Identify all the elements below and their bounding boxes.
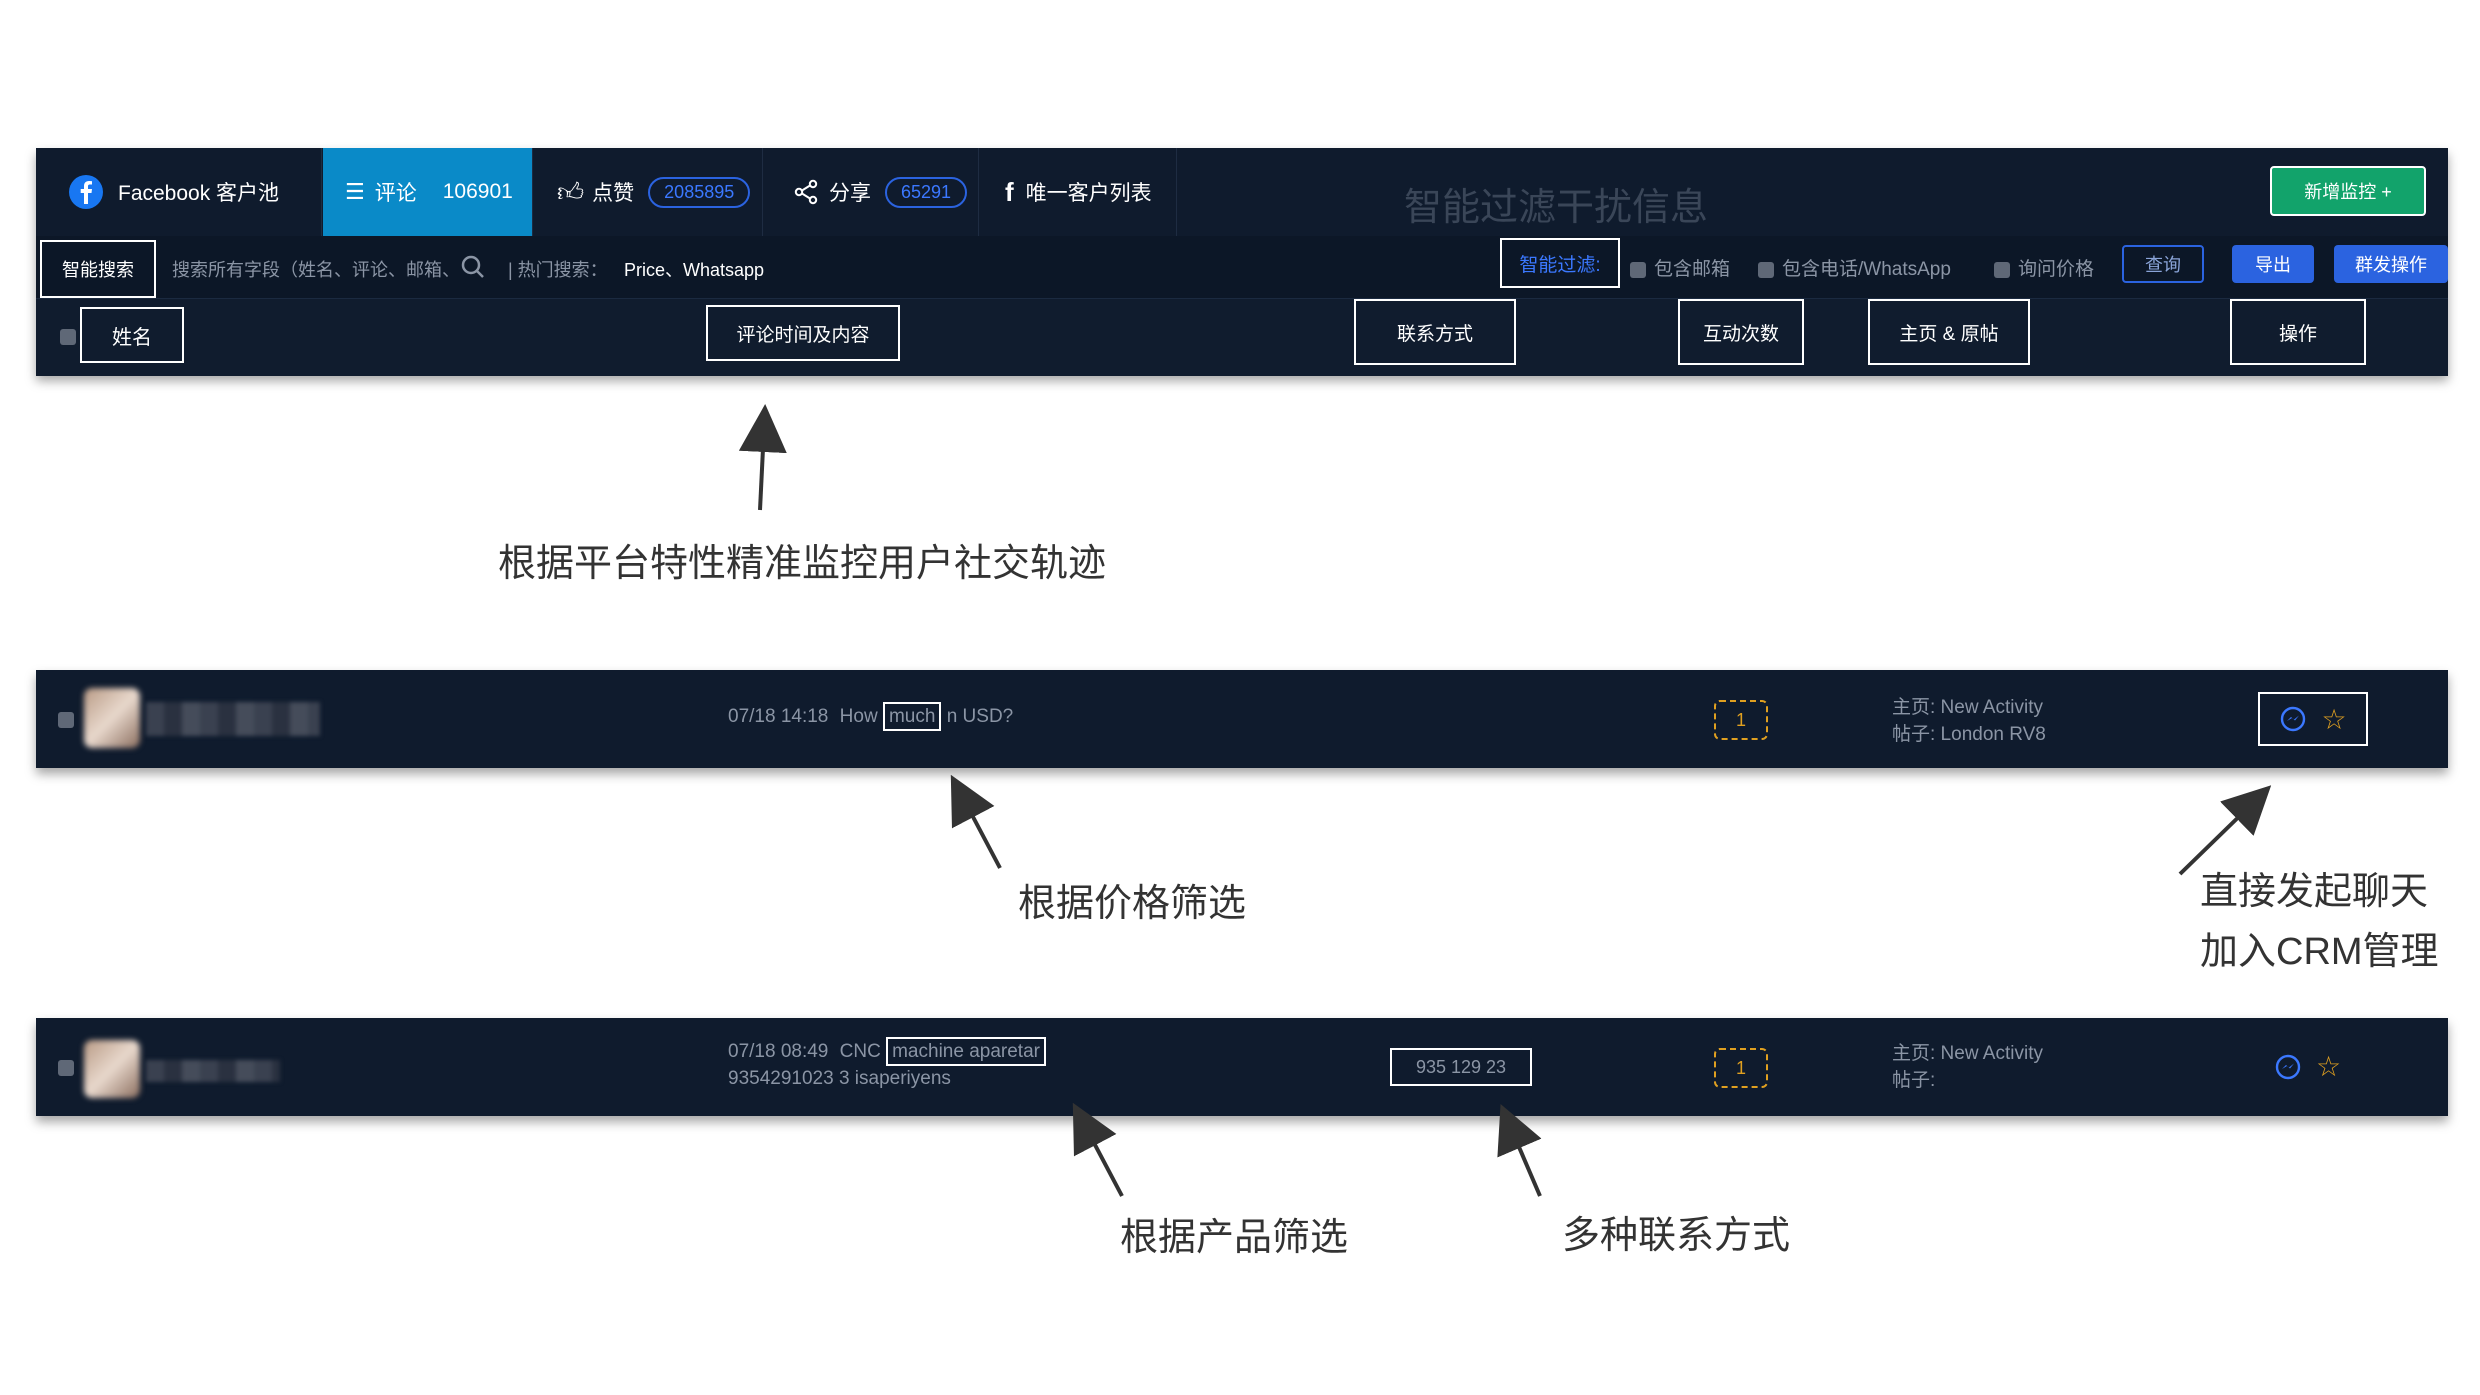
arrow-product xyxy=(1072,1102,1124,1197)
annotation-contacts: 多种联系方式 xyxy=(1562,1215,1791,1257)
annotation-arrows xyxy=(738,404,2272,1197)
arrow-contacts xyxy=(1497,1103,1542,1197)
annotation-chat: 直接发起聊天 xyxy=(2200,871,2429,913)
annotation-product-filter: 根据产品筛选 xyxy=(1120,1217,1349,1259)
arrow-price xyxy=(950,774,1002,869)
annotation-price-filter: 根据价格筛选 xyxy=(1018,883,1247,925)
annotation-crm: 加入CRM管理 xyxy=(2200,931,2439,973)
arrow-social xyxy=(738,404,787,511)
annotation-social-track: 根据平台特性精准监控用户社交轨迹 xyxy=(498,543,1107,585)
